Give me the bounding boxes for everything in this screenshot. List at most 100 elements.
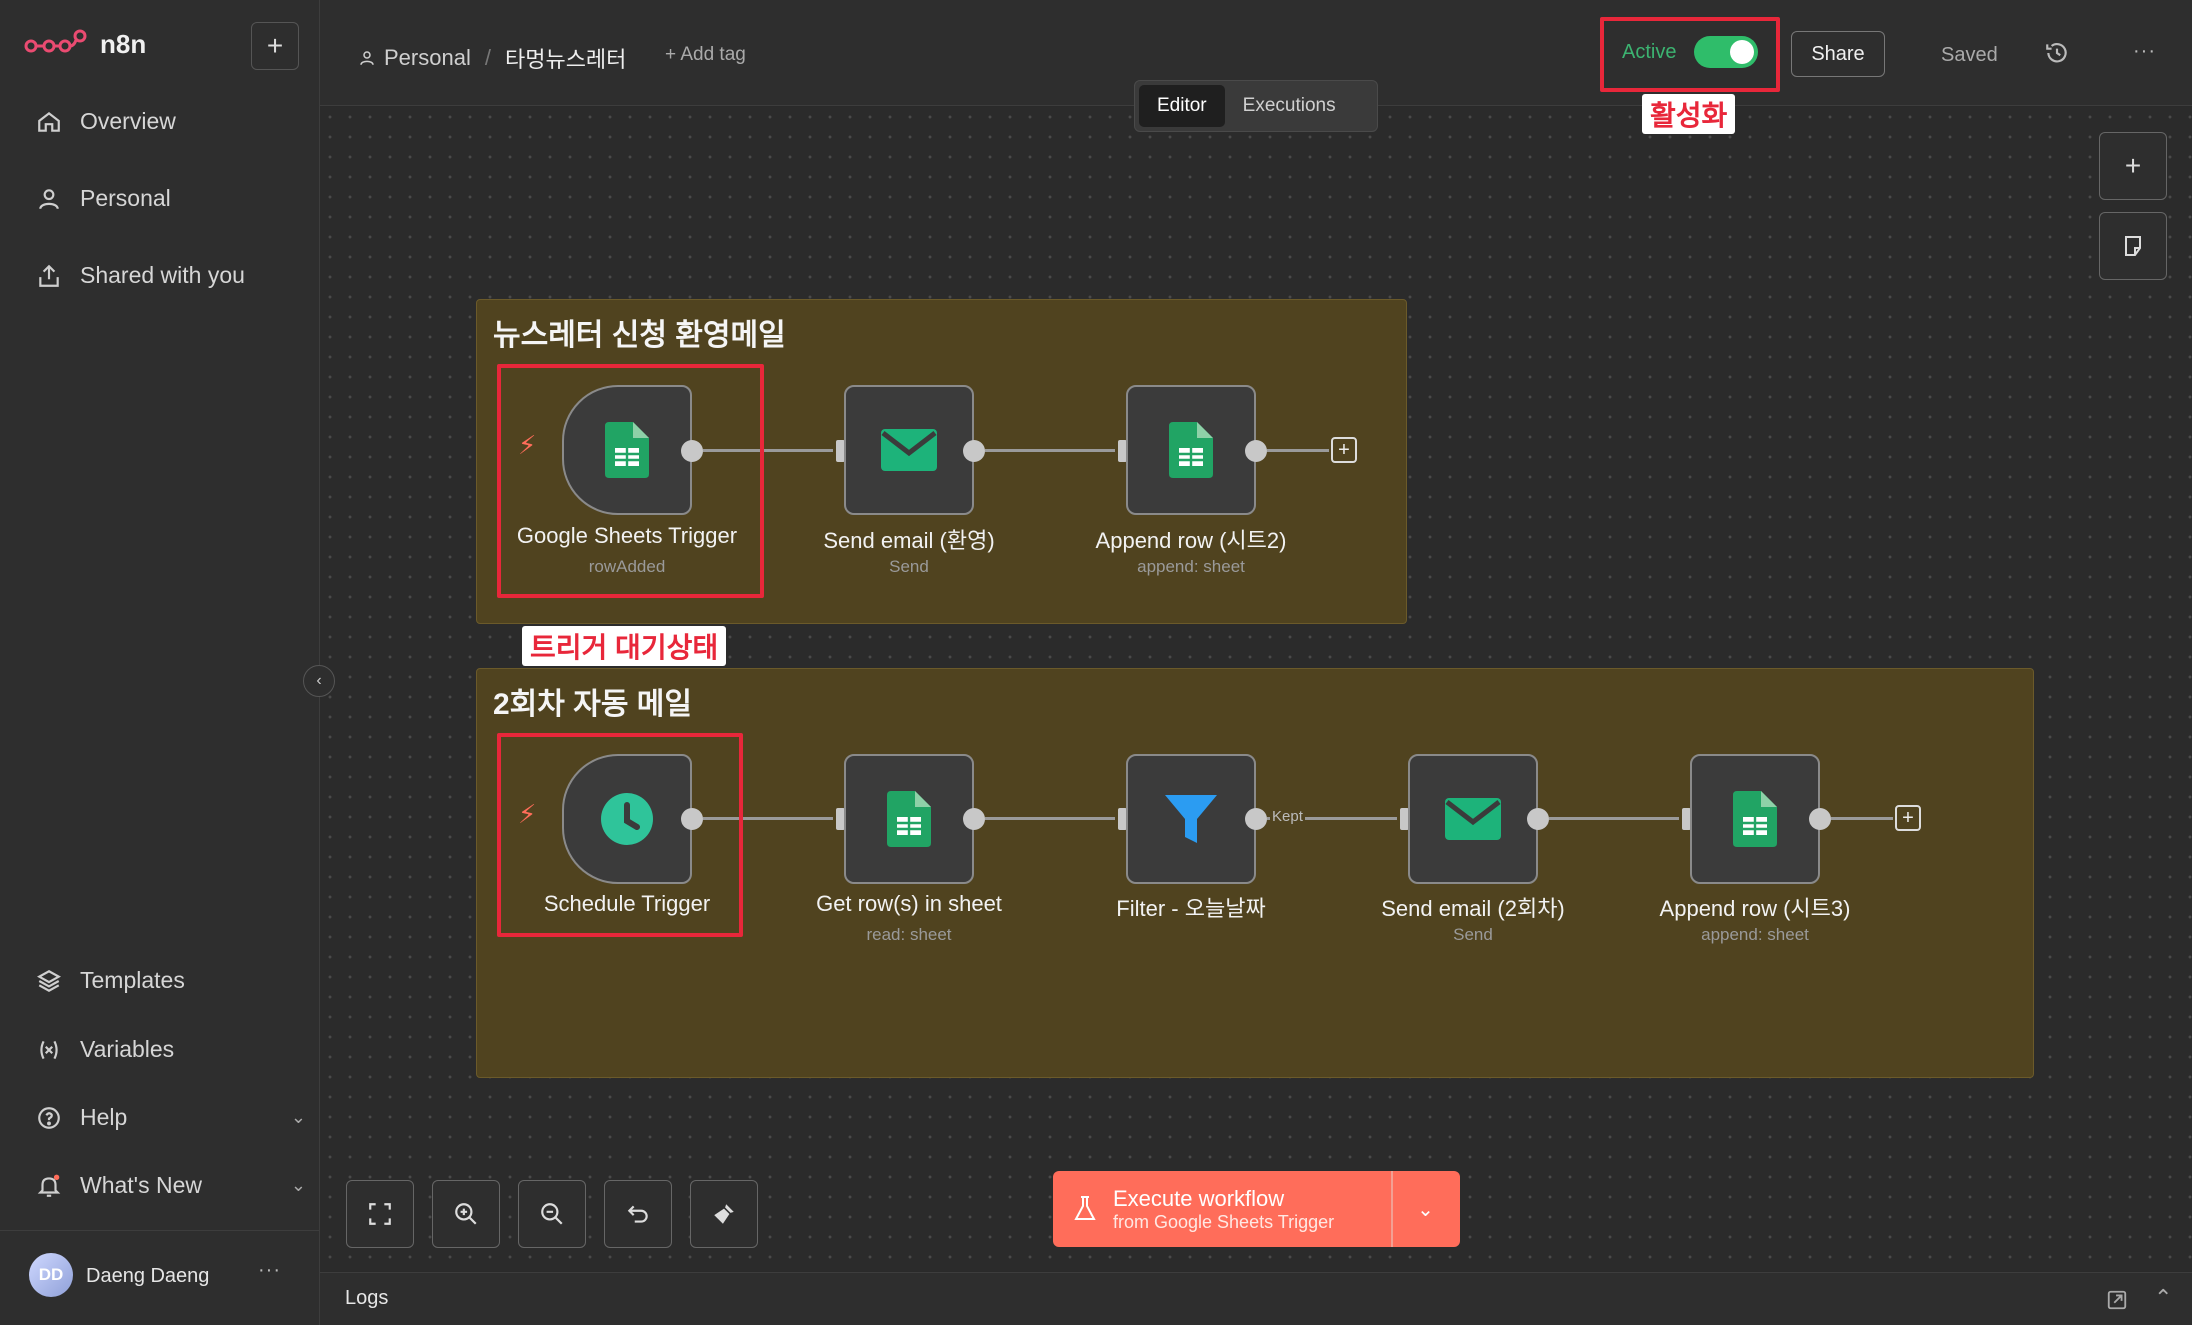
- zoom-in-icon: [455, 1203, 477, 1225]
- workflow-more-button[interactable]: ···: [2133, 40, 2156, 63]
- app-name: n8n: [100, 28, 147, 59]
- node-append-row-sheet3[interactable]: [1690, 754, 1820, 884]
- history-icon[interactable]: [2044, 40, 2070, 66]
- sidebar-item-label: Help: [80, 1104, 128, 1130]
- flask-icon: [1074, 1196, 1096, 1220]
- sidebar-item-personal[interactable]: Personal: [36, 185, 171, 212]
- connection-stub: [1267, 449, 1329, 452]
- execute-main[interactable]: Execute workflow from Google Sheets Trig…: [1053, 1171, 1393, 1247]
- email-icon: [1445, 798, 1501, 840]
- sidebar-item-label: Templates: [80, 967, 185, 993]
- google-sheets-icon: [1733, 791, 1777, 847]
- share-button[interactable]: Share: [1791, 31, 1885, 77]
- annotation-label-trigger-waiting: 트리거 대기상태: [522, 626, 727, 666]
- tab-editor[interactable]: Editor: [1139, 85, 1225, 127]
- fit-view-button[interactable]: [346, 1180, 414, 1248]
- user-menu[interactable]: DD Daeng Daeng ···: [0, 1230, 320, 1325]
- zoom-in-button[interactable]: [432, 1180, 500, 1248]
- sticky-title: 2회차 자동 메일: [493, 688, 692, 721]
- output-port[interactable]: [1809, 808, 1831, 830]
- broom-icon: [714, 1204, 734, 1224]
- n8n-logo[interactable]: n8n: [24, 28, 146, 60]
- user-name: Daeng Daeng: [86, 1265, 210, 1287]
- user-more-button[interactable]: ···: [258, 1259, 281, 1282]
- add-tag-button[interactable]: + Add tag: [665, 44, 746, 66]
- variables-icon: [40, 1040, 58, 1059]
- connection[interactable]: [985, 449, 1115, 452]
- output-port[interactable]: [963, 808, 985, 830]
- node-label: Filter - 오늘날짜: [1116, 896, 1266, 921]
- sticky-title: 뉴스레터 신청 환영메일: [493, 319, 786, 352]
- sidebar-item-whats-new[interactable]: What's New ⌄: [36, 1172, 306, 1199]
- node-label: Append row (시트3): [1659, 896, 1851, 921]
- sidebar-item-templates[interactable]: Templates: [36, 967, 185, 994]
- node-subtitle: append: sheet: [1137, 557, 1245, 576]
- tab-executions[interactable]: Executions: [1225, 85, 1354, 127]
- sidebar-item-label: What's New: [80, 1172, 202, 1198]
- fit-view-icon: [369, 1203, 391, 1225]
- connection-stub: [1831, 817, 1893, 820]
- user-icon: [39, 188, 59, 209]
- workflow-name[interactable]: 타멍뉴스레터: [505, 42, 626, 74]
- node-subtitle: read: sheet: [866, 925, 952, 944]
- google-sheets-icon: [1169, 422, 1213, 478]
- chevron-down-icon: ⌄: [290, 1107, 306, 1127]
- collapse-sidebar-button[interactable]: ‹: [303, 665, 335, 697]
- saved-status: Saved: [1941, 44, 1998, 66]
- sidebar-item-overview[interactable]: Overview: [36, 108, 176, 135]
- connection-label-kept: Kept: [1270, 808, 1305, 825]
- node-subtitle: append: sheet: [1701, 925, 1809, 944]
- execute-workflow-button[interactable]: Execute workflow from Google Sheets Trig…: [1053, 1171, 1460, 1247]
- zoom-out-icon: [541, 1203, 563, 1225]
- filter-icon: [1165, 795, 1217, 843]
- sidebar-item-label: Personal: [80, 185, 171, 211]
- help-icon: [38, 1106, 60, 1129]
- node-label: Append row (시트2): [1095, 528, 1287, 553]
- node-label: Send email (환영): [823, 528, 995, 553]
- node-append-row-sheet2[interactable]: [1126, 385, 1256, 515]
- connection[interactable]: [1549, 817, 1679, 820]
- output-port[interactable]: [963, 440, 985, 462]
- add-node-button[interactable]: +: [1895, 805, 1921, 831]
- add-node-panel-button[interactable]: +: [2099, 132, 2167, 200]
- output-port[interactable]: [1245, 808, 1267, 830]
- n8n-logo-icon: [24, 29, 87, 53]
- node-subtitle: Send: [889, 557, 929, 576]
- node-filter-today[interactable]: [1126, 754, 1256, 884]
- sidebar-item-label: Variables: [80, 1036, 175, 1062]
- chevron-up-icon[interactable]: ⌃: [2154, 1285, 2172, 1311]
- node-label: Send email (2회차): [1381, 896, 1565, 921]
- view-tabs: Editor Executions: [1134, 80, 1378, 132]
- sidebar-item-shared[interactable]: Shared with you: [36, 262, 245, 289]
- output-port[interactable]: [1245, 440, 1267, 462]
- sidebar-item-variables[interactable]: Variables: [36, 1036, 174, 1063]
- chevron-down-icon: ⌄: [1417, 1198, 1434, 1221]
- add-node-button[interactable]: +: [1331, 437, 1357, 463]
- email-icon: [881, 429, 937, 471]
- popout-icon[interactable]: [2106, 1289, 2128, 1311]
- breadcrumb-project[interactable]: Personal: [384, 45, 471, 71]
- undo-button[interactable]: [604, 1180, 672, 1248]
- output-port[interactable]: [1527, 808, 1549, 830]
- chevron-down-icon: ⌄: [290, 1175, 306, 1195]
- logs-panel[interactable]: Logs ⌃: [320, 1272, 2192, 1325]
- zoom-out-button[interactable]: [518, 1180, 586, 1248]
- sidebar: n8n + Overview Personal Shared with you …: [0, 0, 320, 1325]
- tidy-up-button[interactable]: [690, 1180, 758, 1248]
- chevron-left-icon: ‹: [316, 672, 322, 689]
- node-send-email-welcome[interactable]: [844, 385, 974, 515]
- connection[interactable]: [985, 817, 1115, 820]
- create-new-button[interactable]: +: [251, 22, 299, 70]
- annotation-box-active: [1600, 17, 1780, 92]
- google-sheets-icon: [887, 791, 931, 847]
- node-get-rows[interactable]: [844, 754, 974, 884]
- node-label: Get row(s) in sheet: [816, 891, 1002, 916]
- node-send-email-second[interactable]: [1408, 754, 1538, 884]
- annotation-box-trigger2: [497, 733, 743, 937]
- sidebar-item-help[interactable]: Help ⌄: [36, 1104, 306, 1131]
- execute-dropdown-button[interactable]: ⌄: [1393, 1197, 1458, 1222]
- node-subtitle: Send: [1453, 925, 1493, 944]
- add-sticky-button[interactable]: [2099, 212, 2167, 280]
- avatar: DD: [29, 1253, 73, 1297]
- execute-subtitle: from Google Sheets Trigger: [1113, 1211, 1335, 1232]
